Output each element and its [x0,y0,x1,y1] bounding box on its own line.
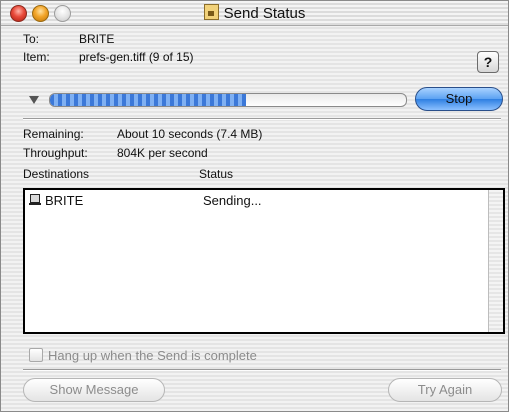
stop-button[interactable]: Stop [415,87,503,111]
progress-bar-fill [50,94,246,106]
hang-up-checkbox[interactable] [29,348,43,362]
destination-name: BRITE [45,193,84,208]
try-again-button[interactable]: Try Again [388,378,502,402]
to-label: To: [23,32,40,46]
computer-icon [29,194,41,206]
to-value: BRITE [79,32,115,46]
remaining-value: About 10 seconds (7.4 MB) [117,127,263,141]
throughput-value: 804K per second [117,146,208,160]
list-item[interactable]: BRITE Sending... [29,193,469,209]
item-value: prefs-gen.tiff (9 of 15) [79,50,194,64]
column-header-status[interactable]: Status [199,167,233,181]
window-title-text: Send Status [223,5,306,22]
item-label: Item: [23,50,50,64]
remaining-label: Remaining: [23,127,84,141]
disclosure-triangle-icon[interactable] [29,96,39,104]
column-header-destinations[interactable]: Destinations [23,167,89,181]
hang-up-label: Hang up when the Send is complete [48,348,257,363]
divider [23,118,501,120]
window-title: Send Status [1,4,508,22]
scrollbar[interactable] [488,190,503,332]
show-message-button[interactable]: Show Message [23,378,165,402]
help-button[interactable]: ? [477,51,499,73]
throughput-label: Throughput: [23,146,88,160]
destination-status: Sending... [203,193,262,208]
divider [23,369,501,371]
destinations-list[interactable]: BRITE Sending... [23,188,505,334]
send-status-window: Send Status To: BRITE Item: prefs-gen.ti… [0,0,509,412]
progress-bar [49,93,407,107]
title-bar[interactable]: Send Status [1,1,508,26]
document-icon [203,4,219,20]
